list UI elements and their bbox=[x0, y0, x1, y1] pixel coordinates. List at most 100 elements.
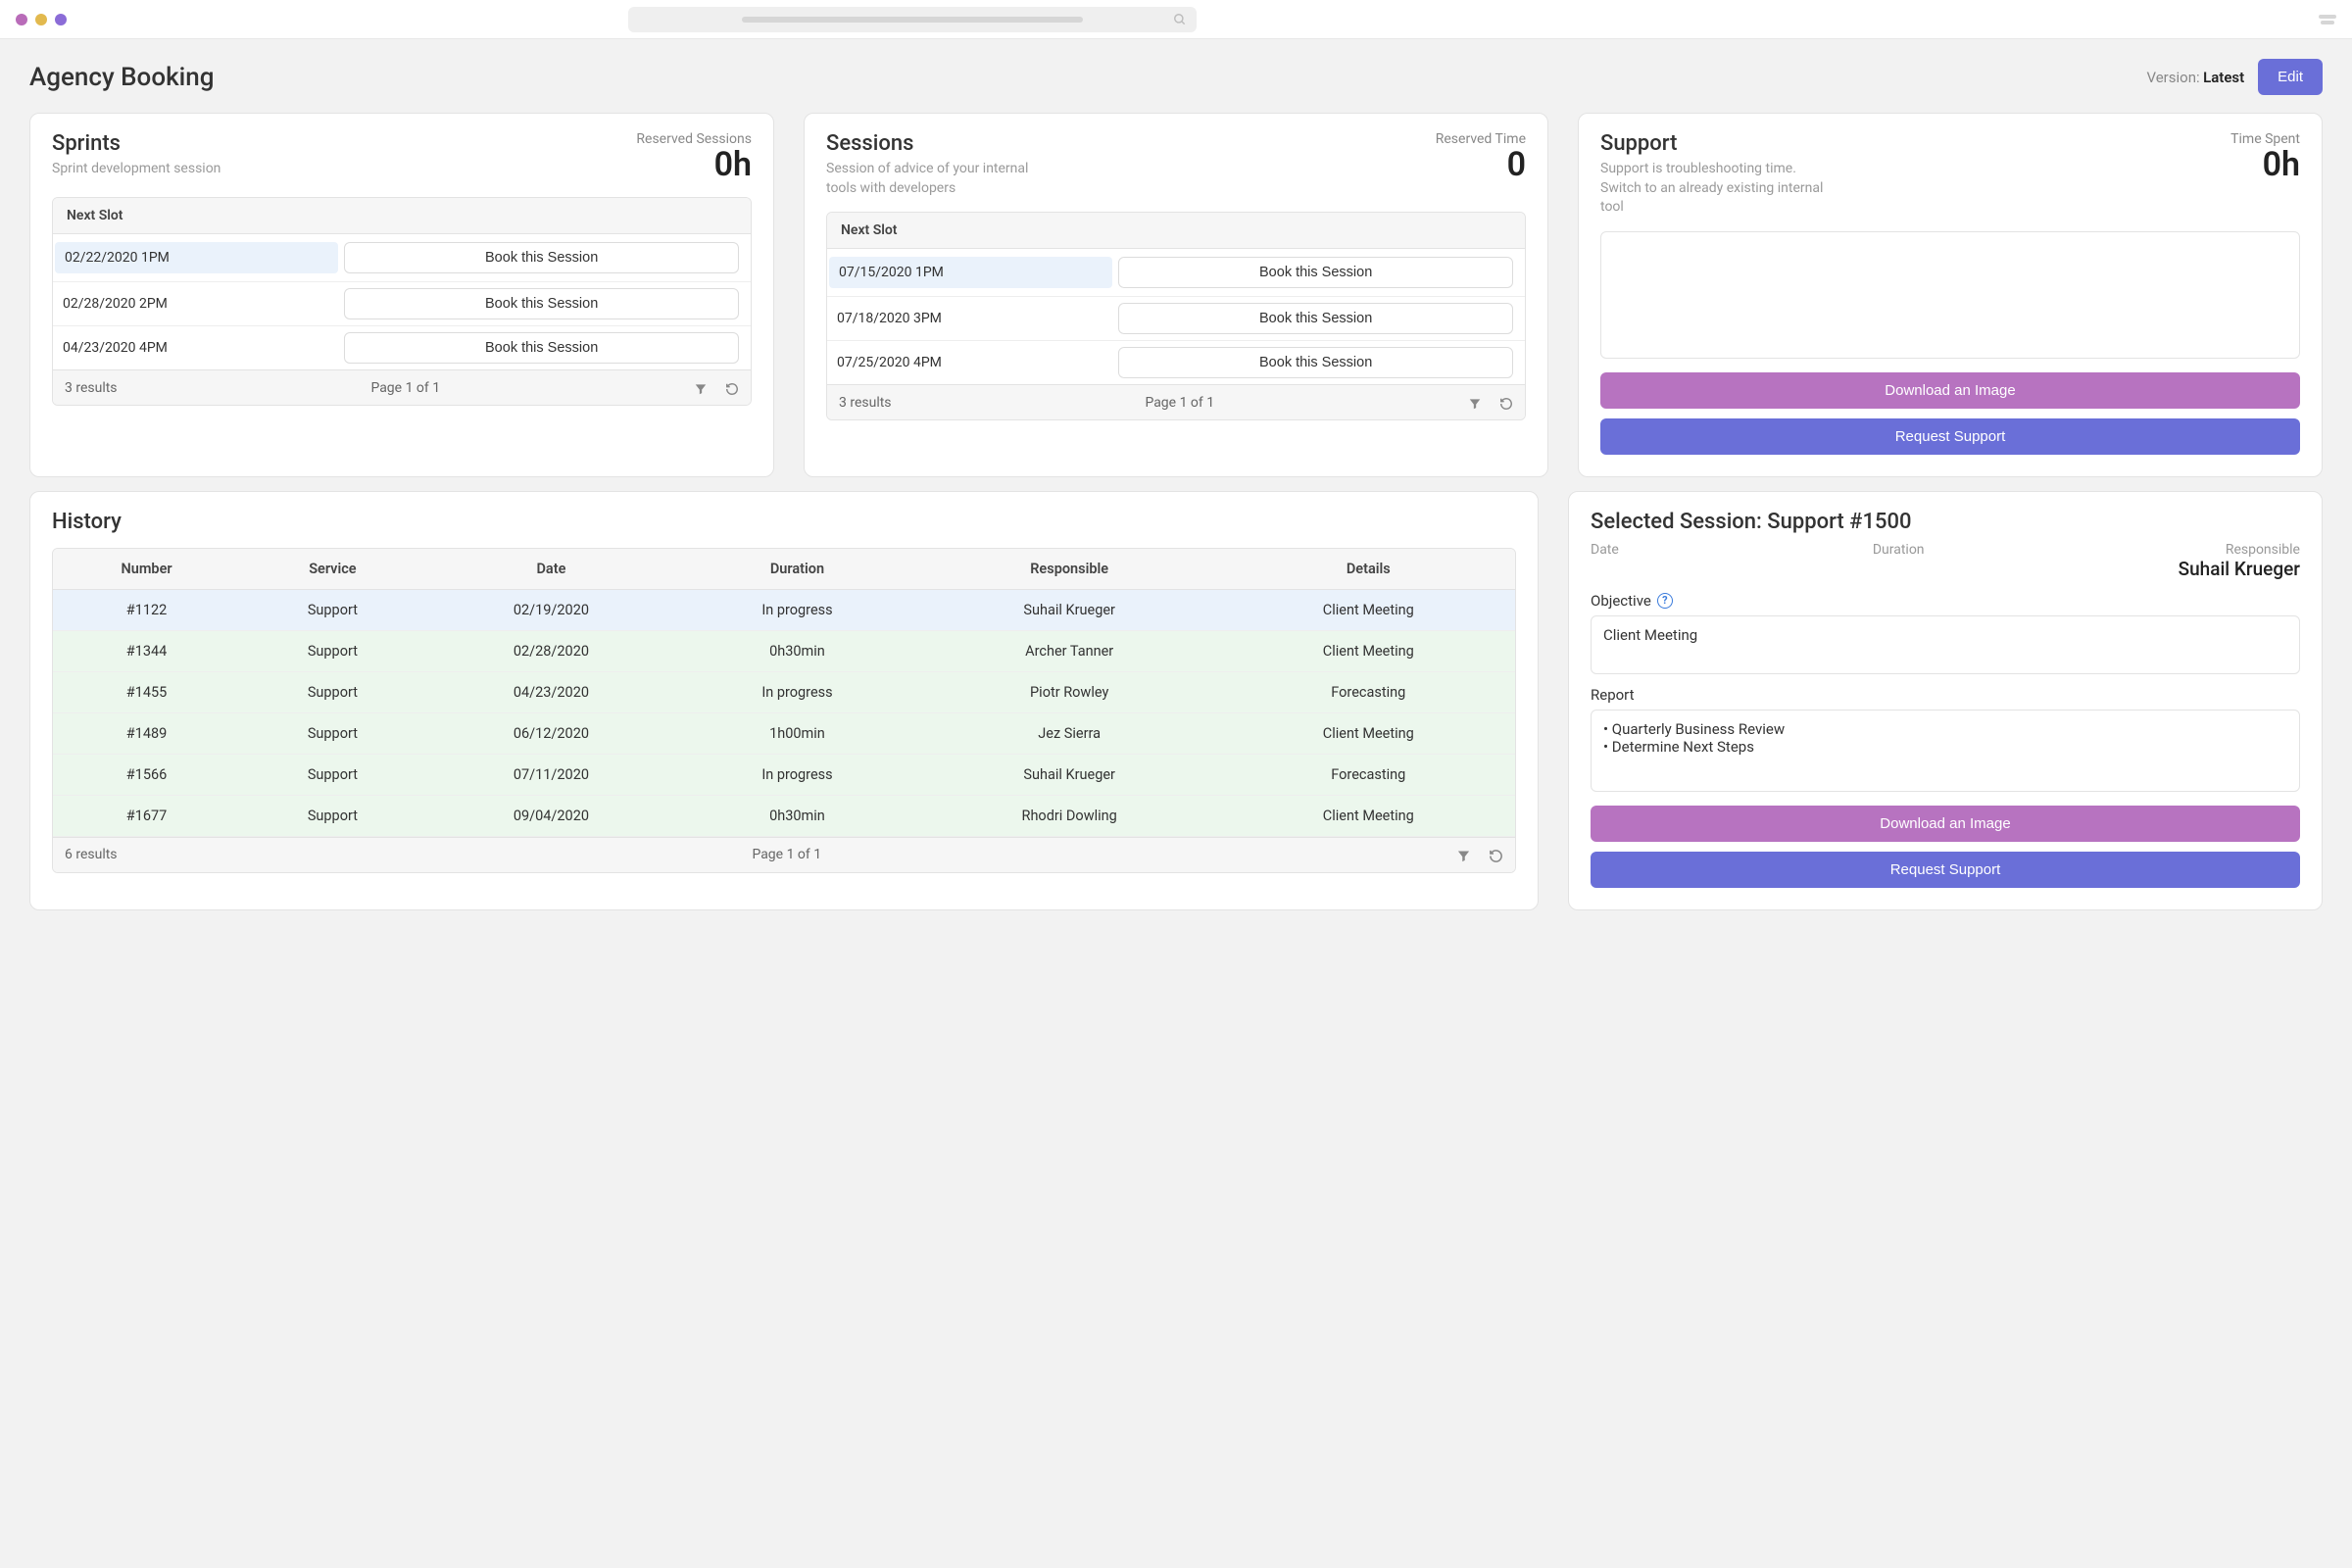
sprints-subtitle: Sprint development session bbox=[52, 160, 220, 179]
sessions-slot-table: Next Slot 07/15/2020 1PMBook this Sessio… bbox=[826, 212, 1526, 420]
support-stat-value: 0h bbox=[2230, 147, 2300, 183]
download-image-button[interactable]: Download an Image bbox=[1600, 372, 2300, 409]
history-cell-duration: 0h30min bbox=[677, 795, 917, 836]
book-session-button[interactable]: Book this Session bbox=[344, 332, 739, 364]
history-cell-details: Client Meeting bbox=[1222, 795, 1515, 836]
history-cell-service: Support bbox=[240, 754, 425, 795]
filter-icon[interactable] bbox=[694, 378, 708, 397]
search-placeholder-bar bbox=[742, 17, 1083, 23]
selected-responsible-value: Suhail Krueger bbox=[2179, 558, 2300, 580]
history-column-header: Service bbox=[240, 549, 425, 590]
sprints-next-slot-header: Next Slot bbox=[53, 198, 751, 234]
history-row[interactable]: #1677Support09/04/20200h30minRhodri Dowl… bbox=[53, 795, 1515, 836]
support-title: Support bbox=[1600, 131, 1836, 156]
objective-textbox[interactable]: Client Meeting bbox=[1591, 615, 2300, 674]
history-cell-details: Forecasting bbox=[1222, 754, 1515, 795]
objective-value: Client Meeting bbox=[1603, 626, 1697, 644]
slot-date: 07/18/2020 3PM bbox=[827, 303, 1114, 334]
filter-icon[interactable] bbox=[1456, 846, 1471, 864]
history-card: History NumberServiceDateDurationRespons… bbox=[29, 491, 1539, 910]
page-title: Agency Booking bbox=[29, 63, 214, 92]
history-column-header: Details bbox=[1222, 549, 1515, 590]
history-cell-responsible: Rhodri Dowling bbox=[917, 795, 1222, 836]
book-session-button[interactable]: Book this Session bbox=[1118, 303, 1513, 334]
version-value: Latest bbox=[2203, 69, 2244, 86]
window-maximize-icon[interactable] bbox=[55, 14, 67, 25]
slot-date: 02/28/2020 2PM bbox=[53, 288, 340, 319]
window-minimize-icon[interactable] bbox=[35, 14, 47, 25]
selected-session-title: Selected Session: Support #1500 bbox=[1591, 510, 2300, 534]
selected-responsible-label: Responsible bbox=[2179, 542, 2300, 558]
history-cell-date: 07/11/2020 bbox=[425, 754, 677, 795]
history-cell-date: 02/28/2020 bbox=[425, 630, 677, 671]
history-cell-duration: In progress bbox=[677, 589, 917, 630]
slot-row: 02/22/2020 1PMBook this Session bbox=[53, 234, 751, 282]
edit-button[interactable]: Edit bbox=[2258, 59, 2323, 95]
history-cell-service: Support bbox=[240, 589, 425, 630]
slot-row: 07/25/2020 4PMBook this Session bbox=[827, 341, 1525, 384]
selected-duration-label: Duration bbox=[1873, 542, 1925, 558]
history-cell-responsible: Piotr Rowley bbox=[917, 671, 1222, 712]
history-column-header: Number bbox=[53, 549, 240, 590]
history-cell-details: Client Meeting bbox=[1222, 712, 1515, 754]
download-image-button[interactable]: Download an Image bbox=[1591, 806, 2300, 842]
sprints-slot-table: Next Slot 02/22/2020 1PMBook this Sessio… bbox=[52, 197, 752, 406]
history-cell-responsible: Archer Tanner bbox=[917, 630, 1222, 671]
history-cell-responsible: Suhail Krueger bbox=[917, 589, 1222, 630]
request-support-button[interactable]: Request Support bbox=[1600, 418, 2300, 455]
history-cell-duration: 1h00min bbox=[677, 712, 917, 754]
history-row[interactable]: #1566Support07/11/2020In progressSuhail … bbox=[53, 754, 1515, 795]
page-header: Agency Booking Version: Latest Edit bbox=[29, 59, 2323, 95]
slot-row: 02/28/2020 2PMBook this Session bbox=[53, 282, 751, 326]
sprints-title: Sprints bbox=[52, 131, 220, 156]
history-table: NumberServiceDateDurationResponsibleDeta… bbox=[52, 548, 1516, 873]
omni-search[interactable] bbox=[628, 7, 1197, 32]
history-cell-number: #1677 bbox=[53, 795, 240, 836]
report-item: Quarterly Business Review bbox=[1603, 720, 2287, 738]
version-label: Version: bbox=[2146, 69, 2199, 86]
sprints-results-count: 3 results bbox=[65, 380, 118, 396]
version-indicator: Version: Latest bbox=[2146, 69, 2244, 86]
refresh-icon[interactable] bbox=[725, 378, 739, 397]
sessions-title: Sessions bbox=[826, 131, 1061, 156]
history-row[interactable]: #1344Support02/28/20200h30minArcher Tann… bbox=[53, 630, 1515, 671]
history-cell-date: 04/23/2020 bbox=[425, 671, 677, 712]
history-cell-details: Forecasting bbox=[1222, 671, 1515, 712]
slot-row: 04/23/2020 4PMBook this Session bbox=[53, 326, 751, 369]
window-close-icon[interactable] bbox=[16, 14, 27, 25]
history-table-footer: 6 results Page 1 of 1 bbox=[53, 837, 1515, 872]
history-cell-responsible: Jez Sierra bbox=[917, 712, 1222, 754]
request-support-button[interactable]: Request Support bbox=[1591, 852, 2300, 888]
history-cell-service: Support bbox=[240, 712, 425, 754]
sidebar-toggle-icon[interactable] bbox=[2319, 13, 2336, 26]
slot-date: 07/15/2020 1PM bbox=[829, 257, 1112, 288]
history-column-header: Responsible bbox=[917, 549, 1222, 590]
sessions-results-count: 3 results bbox=[839, 395, 892, 411]
window-controls[interactable] bbox=[16, 14, 67, 25]
history-cell-number: #1344 bbox=[53, 630, 240, 671]
report-textbox[interactable]: Quarterly Business ReviewDetermine Next … bbox=[1591, 710, 2300, 792]
book-session-button[interactable]: Book this Session bbox=[344, 288, 739, 319]
history-row[interactable]: #1122Support02/19/2020In progressSuhail … bbox=[53, 589, 1515, 630]
history-cell-responsible: Suhail Krueger bbox=[917, 754, 1222, 795]
window-topbar bbox=[0, 0, 2352, 39]
slot-date: 02/22/2020 1PM bbox=[55, 242, 338, 273]
support-card: Support Support is troubleshooting time.… bbox=[1578, 113, 2323, 477]
history-page-indicator: Page 1 of 1 bbox=[752, 847, 821, 862]
info-icon[interactable]: ? bbox=[1657, 593, 1673, 609]
support-empty-area bbox=[1600, 231, 2300, 359]
history-row[interactable]: #1489Support06/12/20201h00minJez SierraC… bbox=[53, 712, 1515, 754]
slot-date: 07/25/2020 4PM bbox=[827, 347, 1114, 378]
history-cell-date: 02/19/2020 bbox=[425, 589, 677, 630]
book-session-button[interactable]: Book this Session bbox=[1118, 257, 1513, 288]
book-session-button[interactable]: Book this Session bbox=[1118, 347, 1513, 378]
history-row[interactable]: #1455Support04/23/2020In progressPiotr R… bbox=[53, 671, 1515, 712]
filter-icon[interactable] bbox=[1468, 393, 1482, 412]
history-cell-date: 06/12/2020 bbox=[425, 712, 677, 754]
history-cell-duration: In progress bbox=[677, 671, 917, 712]
sessions-subtitle: Session of advice of your internal tools… bbox=[826, 160, 1061, 198]
sprints-page-indicator: Page 1 of 1 bbox=[370, 380, 440, 396]
book-session-button[interactable]: Book this Session bbox=[344, 242, 739, 273]
refresh-icon[interactable] bbox=[1489, 846, 1503, 864]
refresh-icon[interactable] bbox=[1499, 393, 1513, 412]
